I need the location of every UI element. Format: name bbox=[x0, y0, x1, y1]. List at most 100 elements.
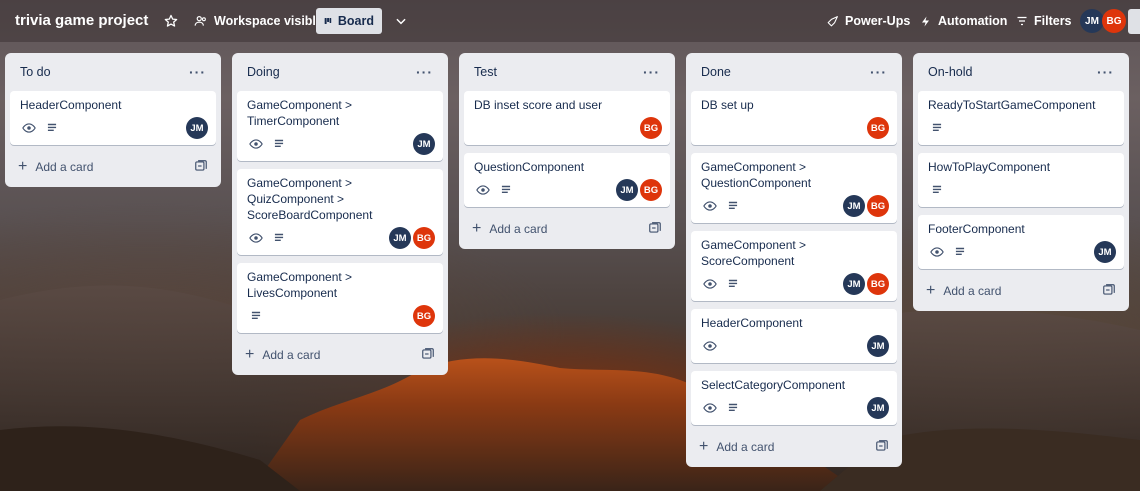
add-card-button[interactable]: + Add a card bbox=[472, 221, 547, 237]
star-button[interactable] bbox=[156, 8, 186, 34]
list-done: Done ··· DB set up BG GameComponent > Questi… bbox=[686, 53, 902, 467]
avatar[interactable]: JM bbox=[413, 133, 435, 155]
description-icon bbox=[274, 233, 284, 242]
card[interactable]: ReadyToStartGameComponent bbox=[918, 91, 1124, 145]
add-card-label: Add a card bbox=[943, 284, 1002, 298]
create-from-template-button[interactable] bbox=[648, 221, 662, 238]
add-card-button[interactable]: + Add a card bbox=[699, 439, 774, 455]
board-view-button[interactable]: Board bbox=[316, 8, 382, 34]
card-members: JM BG bbox=[843, 273, 889, 295]
card-badges: JM BG bbox=[701, 195, 889, 217]
plus-icon: + bbox=[18, 158, 28, 175]
create-from-template-button[interactable] bbox=[194, 159, 208, 176]
list-header: On-hold ··· bbox=[918, 53, 1124, 91]
description-icon bbox=[728, 201, 738, 210]
card[interactable]: QuestionComponent JM BG bbox=[464, 153, 670, 207]
add-card-label: Add a card bbox=[262, 348, 321, 362]
card[interactable]: HeaderComponent JM bbox=[691, 309, 897, 363]
avatar[interactable]: JM bbox=[843, 195, 865, 217]
views-dropdown-button[interactable] bbox=[386, 8, 416, 34]
share-button[interactable] bbox=[1128, 9, 1140, 34]
eye-icon bbox=[930, 247, 944, 257]
card[interactable]: GameComponent > QuizComponent > ScoreBoa… bbox=[237, 169, 443, 255]
avatar[interactable]: BG bbox=[413, 305, 435, 327]
board-members: JM BG bbox=[1080, 9, 1126, 33]
plus-icon: + bbox=[926, 282, 936, 299]
more-icon[interactable]: ··· bbox=[416, 64, 433, 80]
create-from-template-button[interactable] bbox=[1102, 283, 1116, 300]
card[interactable]: DB set up BG bbox=[691, 91, 897, 145]
chevron-down-icon bbox=[396, 18, 406, 25]
list-title[interactable]: On-hold bbox=[928, 65, 972, 79]
avatar[interactable]: JM bbox=[1094, 241, 1116, 263]
card-title: HowToPlayComponent bbox=[928, 160, 1051, 174]
list-header: Doing ··· bbox=[237, 53, 443, 91]
avatar[interactable]: JM bbox=[867, 397, 889, 419]
avatar[interactable]: JM bbox=[867, 335, 889, 357]
badge-icons bbox=[701, 339, 717, 353]
add-card-row: + Add a card bbox=[918, 277, 1124, 305]
avatar[interactable]: BG bbox=[867, 273, 889, 295]
card[interactable]: HowToPlayComponent bbox=[918, 153, 1124, 207]
list-title[interactable]: Doing bbox=[247, 65, 280, 79]
card[interactable]: GameComponent > QuestionComponent JM BG bbox=[691, 153, 897, 223]
create-from-template-button[interactable] bbox=[875, 439, 889, 456]
description-icon bbox=[251, 311, 261, 320]
workspace-visible-button[interactable]: Workspace visible bbox=[186, 8, 331, 34]
avatar[interactable]: JM bbox=[389, 227, 411, 249]
card[interactable]: FooterComponent JM bbox=[918, 215, 1124, 269]
avatar[interactable]: BG bbox=[1102, 9, 1126, 33]
board-icon bbox=[324, 18, 332, 24]
list-header: To do ··· bbox=[10, 53, 216, 91]
card-badges: JM bbox=[701, 397, 889, 419]
badge-icons bbox=[928, 183, 944, 197]
eye-icon bbox=[249, 233, 263, 243]
card[interactable]: HeaderComponent JM bbox=[10, 91, 216, 145]
avatar[interactable]: JM bbox=[1080, 9, 1104, 33]
add-card-button[interactable]: + Add a card bbox=[18, 159, 93, 175]
badge-icons bbox=[928, 121, 944, 135]
list-to-do: To do ··· HeaderComponent JM + Add a card bbox=[5, 53, 221, 187]
description-icon bbox=[932, 185, 942, 194]
list-doing: Doing ··· GameComponent > TimerComponent JM… bbox=[232, 53, 448, 375]
list-title[interactable]: Done bbox=[701, 65, 731, 79]
card-badges bbox=[928, 117, 1116, 139]
list-header: Done ··· bbox=[691, 53, 897, 91]
avatar[interactable]: BG bbox=[867, 117, 889, 139]
filters-button[interactable]: Filters bbox=[1008, 8, 1080, 34]
avatar[interactable]: BG bbox=[640, 179, 662, 201]
card-badges: BG bbox=[701, 117, 889, 139]
avatar[interactable]: JM bbox=[186, 117, 208, 139]
card[interactable]: SelectCategoryComponent JM bbox=[691, 371, 897, 425]
avatar[interactable]: BG bbox=[867, 195, 889, 217]
more-icon[interactable]: ··· bbox=[870, 64, 887, 80]
card[interactable]: DB inset score and user BG bbox=[464, 91, 670, 145]
automation-button[interactable]: Automation bbox=[912, 8, 1015, 34]
add-card-button[interactable]: + Add a card bbox=[245, 347, 320, 363]
avatar[interactable]: BG bbox=[640, 117, 662, 139]
add-card-button[interactable]: + Add a card bbox=[926, 283, 1001, 299]
more-icon[interactable]: ··· bbox=[643, 64, 660, 80]
more-icon[interactable]: ··· bbox=[189, 64, 206, 80]
avatar[interactable]: JM bbox=[843, 273, 865, 295]
board-view-label: Board bbox=[337, 14, 374, 28]
list-on-hold: On-hold ··· ReadyToStartGameComponent HowTo… bbox=[913, 53, 1129, 311]
list-title[interactable]: Test bbox=[474, 65, 497, 79]
people-icon bbox=[194, 16, 206, 26]
board-title[interactable]: trivia game project bbox=[15, 12, 148, 29]
filter-icon bbox=[1017, 16, 1027, 26]
eye-icon bbox=[703, 341, 717, 351]
add-card-label: Add a card bbox=[35, 160, 94, 174]
avatar[interactable]: BG bbox=[413, 227, 435, 249]
badge-icons bbox=[701, 199, 740, 213]
avatar[interactable]: JM bbox=[616, 179, 638, 201]
list-title[interactable]: To do bbox=[20, 65, 51, 79]
create-from-template-button[interactable] bbox=[421, 347, 435, 364]
power-ups-label: Power-Ups bbox=[845, 14, 911, 28]
power-ups-button[interactable]: Power-Ups bbox=[818, 8, 918, 34]
card[interactable]: GameComponent > ScoreComponent JM BG bbox=[691, 231, 897, 301]
description-icon bbox=[955, 247, 965, 256]
more-icon[interactable]: ··· bbox=[1097, 64, 1114, 80]
card[interactable]: GameComponent > LivesComponent BG bbox=[237, 263, 443, 333]
card[interactable]: GameComponent > TimerComponent JM bbox=[237, 91, 443, 161]
